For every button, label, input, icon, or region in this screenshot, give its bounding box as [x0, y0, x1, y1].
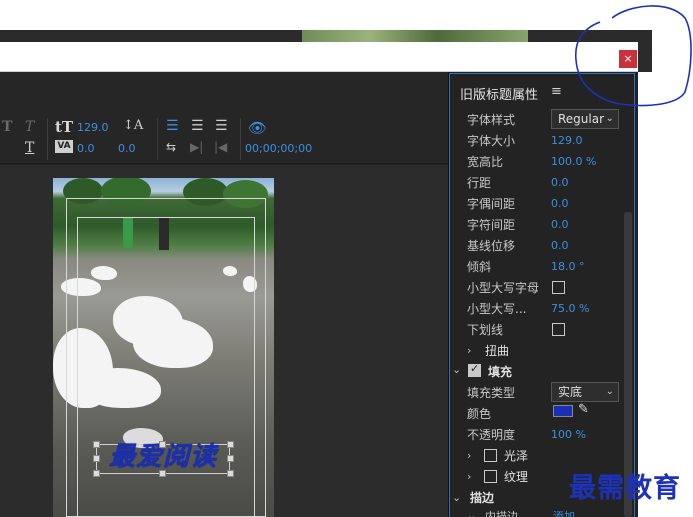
color-label: 颜色	[467, 407, 492, 421]
chevron-right-icon[interactable]: ›	[467, 449, 471, 462]
aspect-field[interactable]: 100.0 %	[551, 155, 596, 168]
align-right-icon[interactable]: ☰	[215, 118, 228, 134]
font-style-dropdown[interactable]: Regular ⌄	[551, 109, 619, 129]
tab-right-icon: |◀	[214, 140, 228, 154]
chevron-down-icon[interactable]: ⌄	[467, 509, 476, 517]
fill-type-dropdown[interactable]: 实底 ⌄	[551, 382, 619, 402]
gloss-checkbox[interactable]	[484, 449, 497, 462]
leading-label: 行距	[467, 176, 492, 190]
panel-title: 旧版标题属性	[460, 88, 539, 103]
chevron-right-icon[interactable]: ›	[467, 470, 471, 483]
fill-section[interactable]: 填充	[488, 363, 512, 380]
fill-checkbox[interactable]	[468, 362, 481, 377]
watermark: 最需教育	[569, 473, 681, 504]
chevron-down-icon[interactable]: ⌄	[452, 491, 461, 504]
leading-field[interactable]: 0.0	[551, 176, 569, 189]
font-size-value[interactable]: 129.0	[77, 121, 109, 134]
slant-label: 倾斜	[467, 260, 492, 274]
timecode[interactable]: 00;00;00;00	[245, 142, 312, 155]
resize-handle[interactable]	[227, 455, 234, 462]
resize-handle[interactable]	[93, 441, 100, 448]
font-size-icon: tT	[55, 118, 74, 136]
baseline-shift-label: 基线位移	[467, 239, 516, 253]
underline-icon[interactable]: T	[25, 140, 34, 156]
underline-label: 下划线	[467, 323, 504, 337]
kerning-icon: VA	[55, 140, 73, 153]
resize-handle[interactable]	[93, 455, 100, 462]
texture-checkbox[interactable]	[484, 470, 497, 483]
opacity-field[interactable]: 100 %	[551, 428, 586, 441]
bold-icon[interactable]: T	[2, 119, 12, 135]
font-style-value: Regular	[558, 112, 605, 126]
texture-section[interactable]: 纹理	[504, 468, 528, 485]
resize-handle[interactable]	[227, 470, 234, 477]
small-caps-size-field[interactable]: 75.0 %	[551, 302, 589, 315]
fill-color-swatch[interactable]	[553, 405, 573, 417]
annotation-circle	[575, 5, 692, 107]
leading-icon: ↕A	[123, 118, 144, 133]
resize-handle[interactable]	[227, 441, 234, 448]
slant-field[interactable]: 18.0 °	[551, 260, 585, 273]
chevron-down-icon: ⌄	[605, 113, 614, 124]
leading-value[interactable]: 0.0	[118, 142, 136, 155]
toolbar-separator	[240, 118, 241, 160]
gloss-section[interactable]: 光泽	[504, 447, 528, 464]
tracking-label: 字符间距	[467, 218, 516, 232]
kerning-field[interactable]: 0.0	[551, 197, 569, 210]
resize-handle[interactable]	[159, 441, 166, 448]
toolbar-separator	[157, 118, 158, 160]
font-style-label: 字体样式	[467, 113, 516, 127]
align-center-icon[interactable]: ☰	[191, 118, 204, 134]
title-toolbar: T T T tT 129.0 VA 0.0 ↕A 0.0 ☰ ☰ ☰ ⇆ ▶| …	[0, 72, 448, 164]
underline-checkbox[interactable]	[552, 323, 565, 336]
show-video-icon[interactable]: 👁	[248, 119, 267, 137]
tab-stops-icon[interactable]: ⇆	[166, 140, 176, 154]
chevron-right-icon[interactable]: ›	[467, 344, 471, 357]
inner-stroke-label: 内描边	[485, 510, 518, 517]
chevron-down-icon: ⌄	[605, 386, 614, 397]
tab-left-icon: ▶|	[190, 140, 204, 154]
dialog-titlebar	[0, 42, 638, 72]
annotation-stroke	[575, 5, 692, 107]
distort-section[interactable]: 扭曲	[485, 342, 509, 359]
resize-handle[interactable]	[159, 470, 166, 477]
kerning-label: 字偶间距	[467, 197, 516, 211]
small-caps-label: 小型大写字母	[467, 281, 540, 295]
tracking-value[interactable]: 0.0	[77, 142, 95, 155]
chevron-down-icon[interactable]: ⌄	[452, 363, 461, 376]
fill-type-label: 填充类型	[467, 386, 516, 400]
aspect-label: 宽高比	[467, 155, 504, 169]
small-caps-checkbox[interactable]	[552, 281, 565, 294]
font-size-field[interactable]: 129.0	[551, 134, 583, 147]
fill-type-value: 实底	[558, 385, 583, 399]
baseline-shift-field[interactable]: 0.0	[551, 239, 569, 252]
tracking-field[interactable]: 0.0	[551, 218, 569, 231]
background-window	[0, 0, 640, 44]
align-left-icon[interactable]: ☰	[166, 118, 179, 134]
stroke-section[interactable]: 描边	[470, 489, 494, 506]
toolbar-separator	[47, 118, 48, 160]
small-caps-size-label: 小型大写...	[467, 302, 527, 316]
panel-menu-icon[interactable]: ≡	[551, 84, 562, 99]
eyedropper-icon[interactable]: ✎	[578, 402, 589, 417]
add-inner-stroke-link[interactable]: 添加	[553, 508, 575, 517]
resize-handle[interactable]	[93, 470, 100, 477]
opacity-label: 不透明度	[467, 428, 516, 442]
italic-icon[interactable]: T	[25, 119, 34, 135]
font-size-label: 字体大小	[467, 134, 516, 148]
desktop-area	[638, 72, 693, 517]
